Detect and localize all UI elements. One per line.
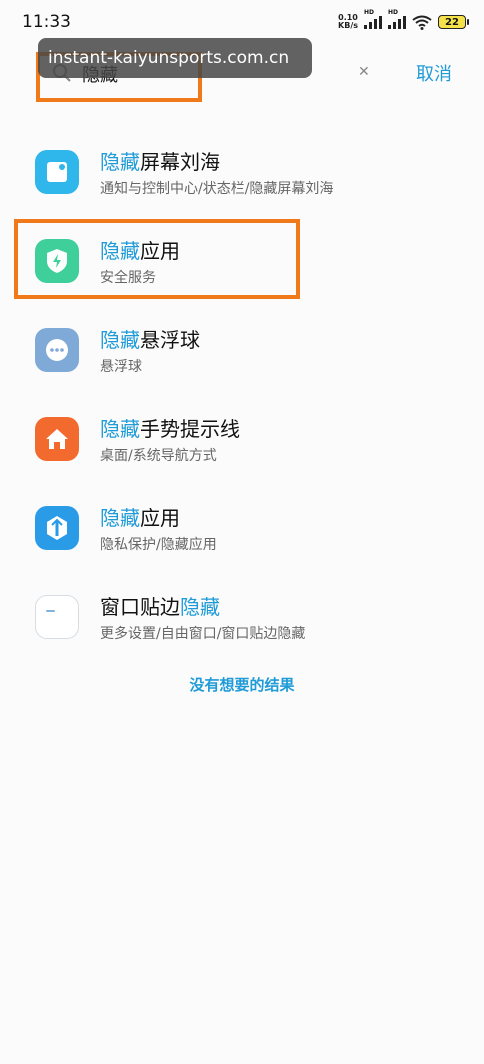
- search-results: 隐藏屏幕刘海 通知与控制中心/状态栏/隐藏屏幕刘海 隐藏应用 安全服务 隐藏悬浮…: [0, 128, 484, 662]
- result-item[interactable]: 隐藏手势提示线 桌面/系统导航方式: [0, 395, 484, 484]
- result-highlight-box: [14, 219, 300, 299]
- home-icon: [35, 417, 79, 461]
- result-subtitle: 桌面/系统导航方式: [100, 448, 217, 464]
- result-title: 隐藏手势提示线: [100, 413, 240, 442]
- result-title-rest: 屏幕刘海: [140, 150, 220, 174]
- status-time: 11:33: [22, 12, 71, 32]
- result-keyword: 隐藏: [100, 328, 140, 352]
- result-item[interactable]: 隐藏屏幕刘海 通知与控制中心/状态栏/隐藏屏幕刘海: [0, 128, 484, 217]
- result-title: 窗口贴边隐藏: [100, 591, 220, 620]
- window-edge-icon: [35, 595, 79, 639]
- battery-icon: 22: [438, 15, 469, 29]
- result-keyword: 隐藏: [100, 417, 140, 441]
- clear-icon[interactable]: ✕: [358, 64, 370, 80]
- result-title-rest: 悬浮球: [140, 328, 200, 352]
- result-item[interactable]: 隐藏应用 隐私保护/隐藏应用: [0, 484, 484, 573]
- status-bar: 11:33 0.10 KB/s HD HD 22: [0, 0, 484, 40]
- result-title-rest: 手势提示线: [140, 417, 240, 441]
- result-title-rest: 应用: [140, 506, 180, 530]
- result-title-pre: 窗口贴边: [100, 595, 180, 619]
- signal-icon-2: HD: [388, 9, 406, 29]
- result-subtitle: 隐私保护/隐藏应用: [100, 537, 217, 553]
- cancel-button[interactable]: 取消: [416, 60, 452, 86]
- url-overlay: instant-kaiyunsports.com.cn: [38, 38, 312, 78]
- no-result-link[interactable]: 没有想要的结果: [0, 674, 484, 695]
- hd-label-2: HD: [388, 9, 399, 16]
- result-subtitle: 悬浮球: [100, 359, 142, 375]
- result-title: 隐藏应用: [100, 502, 180, 531]
- result-keyword: 隐藏: [180, 595, 220, 619]
- network-speed: 0.10 KB/s: [338, 14, 358, 30]
- result-keyword: 隐藏: [100, 150, 140, 174]
- result-keyword: 隐藏: [100, 506, 140, 530]
- result-title: 隐藏屏幕刘海: [100, 146, 220, 175]
- status-icons: 0.10 KB/s HD HD 22: [338, 9, 469, 32]
- result-title: 隐藏悬浮球: [100, 324, 200, 353]
- hd-label: HD: [364, 9, 375, 16]
- signal-icon: HD: [364, 9, 382, 29]
- notch-settings-icon: [35, 150, 79, 194]
- result-item[interactable]: 窗口贴边隐藏 更多设置/自由窗口/窗口贴边隐藏: [0, 573, 484, 662]
- result-subtitle: 通知与控制中心/状态栏/隐藏屏幕刘海: [100, 181, 334, 197]
- result-subtitle: 更多设置/自由窗口/窗口贴边隐藏: [100, 626, 306, 642]
- wifi-icon: [412, 15, 432, 30]
- privacy-icon: [35, 506, 79, 550]
- result-item[interactable]: 隐藏悬浮球 悬浮球: [0, 306, 484, 395]
- floating-ball-icon: [35, 328, 79, 372]
- network-speed-unit: KB/s: [338, 21, 358, 30]
